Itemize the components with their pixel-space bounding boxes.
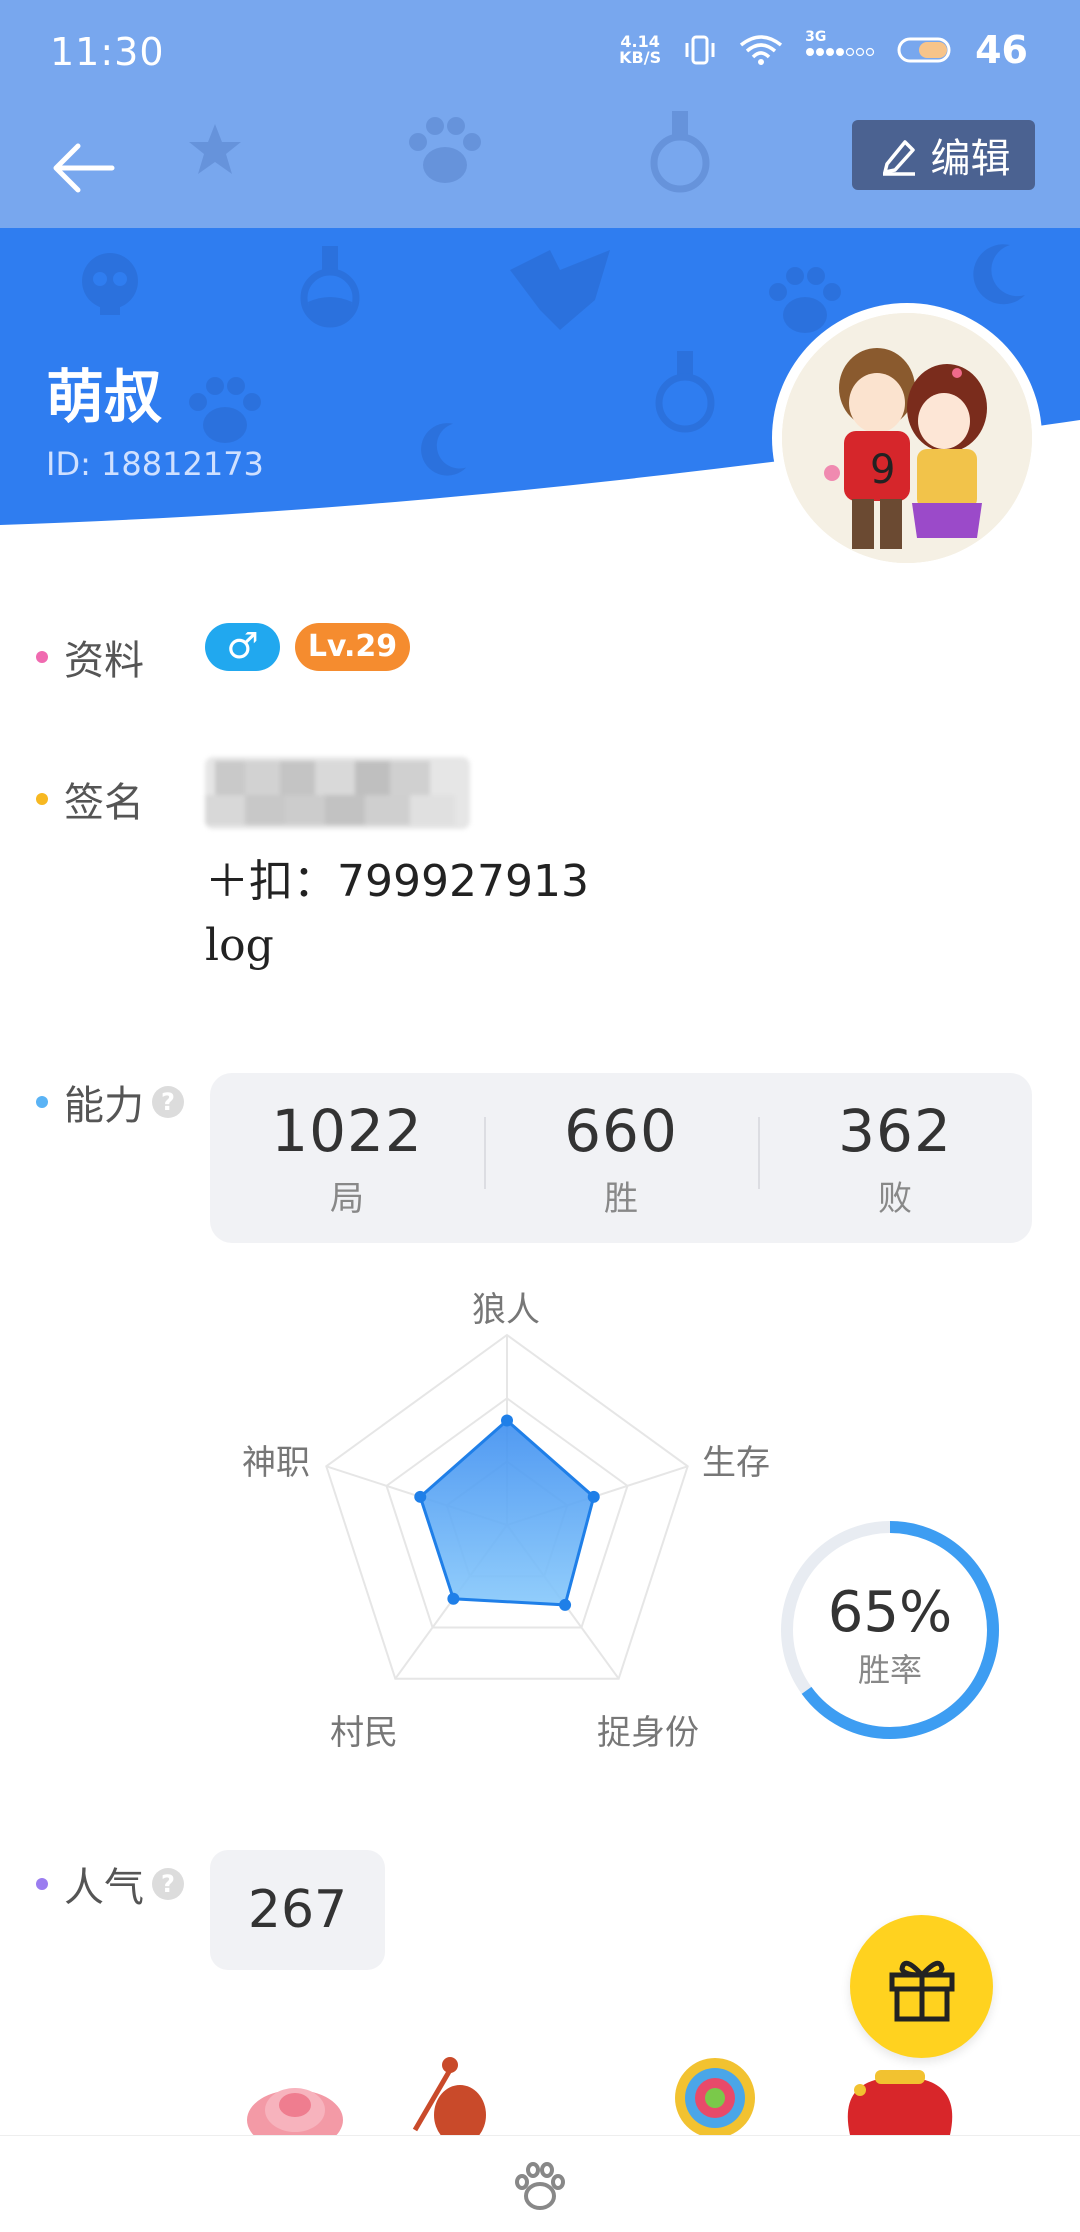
signature-label: 签名 [64, 780, 144, 826]
stat-wins-label: 胜 [604, 1178, 638, 1219]
vibrate-icon [685, 35, 715, 65]
stat-games-value: 1022 [271, 1096, 423, 1165]
signature-blurred-content [205, 757, 470, 829]
info-label: 资料 [64, 638, 144, 684]
signature-line-1: ＋扣：799927913 [205, 856, 589, 907]
radar-label-werewolf: 狼人 [472, 1290, 540, 1330]
radar-label-survival: 生存 [702, 1443, 770, 1483]
user-name: 萌叔 [46, 363, 163, 431]
paw-icon[interactable] [512, 2158, 568, 2214]
help-icon[interactable]: ? [152, 1086, 184, 1118]
lucky-bag-gift-icon[interactable] [830, 2050, 970, 2135]
wolf-bg-icon [510, 250, 610, 330]
star-bg-icon [189, 124, 241, 174]
radar-label-villager: 村民 [330, 1713, 398, 1753]
radar-label-god: 神职 [242, 1443, 310, 1483]
stat-losses: 362 败 [758, 1097, 1032, 1220]
signal-indicator: 3G [805, 29, 875, 67]
flask-bg-icon-3 [650, 111, 710, 193]
help-icon-popularity[interactable]: ? [152, 1868, 184, 1900]
blur-mosaic [205, 757, 470, 829]
user-id: ID: 18812173 [46, 445, 264, 483]
avatar-image: 9 [782, 313, 1032, 563]
skull-bg-icon [82, 253, 138, 315]
win-rate-label: 胜率 [857, 1651, 922, 1689]
signature-line-2: log [205, 920, 274, 971]
popularity-label: 人气 [64, 1865, 144, 1911]
signature-section-label: 签名 [36, 770, 144, 828]
avatar-illustration: 9 [782, 313, 1032, 563]
stat-losses-label: 败 [878, 1178, 912, 1219]
stat-wins: 660 胜 [484, 1097, 758, 1220]
net-speed: 4.14 KB/S [619, 34, 661, 66]
battery-icon [897, 37, 951, 63]
edit-button[interactable]: 编辑 [852, 120, 1035, 190]
radar-data-point [501, 1414, 513, 1427]
gifts-row [0, 2050, 1080, 2135]
status-bar: 11:30 4.14 KB/S 3G 46 [0, 0, 1080, 110]
back-arrow-icon[interactable] [48, 132, 120, 204]
radar-data-point [447, 1592, 460, 1605]
signal-dots-icon [806, 47, 875, 57]
radar-data-point [414, 1490, 427, 1503]
flask-bg-icon [300, 246, 360, 328]
popularity-value: 267 [210, 1850, 385, 1970]
lobster-gift-icon[interactable] [405, 2050, 505, 2135]
radar-label-identify: 捉身份 [597, 1713, 699, 1753]
stat-wins-value: 660 [564, 1096, 678, 1165]
lollipop-gift-icon[interactable] [670, 2050, 760, 2135]
signature-dot [36, 793, 48, 805]
stat-losses-value: 362 [838, 1096, 952, 1165]
info-dot [36, 651, 48, 663]
bottom-bar [0, 2135, 1080, 2232]
avatar[interactable]: 9 [772, 303, 1042, 573]
svg-text:9: 9 [870, 447, 895, 493]
ability-section-label: 能力 ? [36, 1073, 184, 1131]
wifi-icon [740, 35, 783, 65]
info-section-label: 资料 [36, 628, 144, 686]
popularity-dot [36, 1878, 48, 1890]
stat-games-label: 局 [330, 1178, 364, 1219]
level-badge: Lv.29 [295, 623, 410, 671]
stat-games: 1022 局 [210, 1097, 484, 1220]
edit-pencil-icon [882, 140, 915, 176]
popularity-section-label: 人气 ? [36, 1855, 184, 1913]
edit-label: 编辑 [930, 136, 1011, 182]
radar-data-point [587, 1490, 600, 1503]
gift-button[interactable] [850, 1915, 993, 2058]
network-type: 3G [805, 29, 827, 45]
ability-dot [36, 1096, 48, 1108]
moon-bg-icon [973, 244, 1025, 305]
radar-data-area [418, 1418, 596, 1607]
ability-label: 能力 [64, 1083, 144, 1129]
status-icons: 4.14 KB/S 3G 46 [619, 28, 1028, 72]
ability-stats: 1022 局 660 胜 362 败 [210, 1073, 1032, 1243]
win-rate-text: 65% 胜率 [775, 1580, 1005, 1691]
battery-level: 46 [975, 28, 1028, 72]
paw-bg-icon-3 [409, 117, 481, 183]
rose-gift-icon[interactable] [240, 2050, 350, 2135]
status-time: 11:30 [50, 30, 165, 74]
net-speed-unit: KB/S [619, 48, 662, 67]
gift-icon [889, 1960, 954, 2021]
gender-badge: ♂ [205, 623, 280, 671]
radar-data-point [559, 1598, 572, 1611]
win-rate-percent: 65% [827, 1580, 953, 1645]
